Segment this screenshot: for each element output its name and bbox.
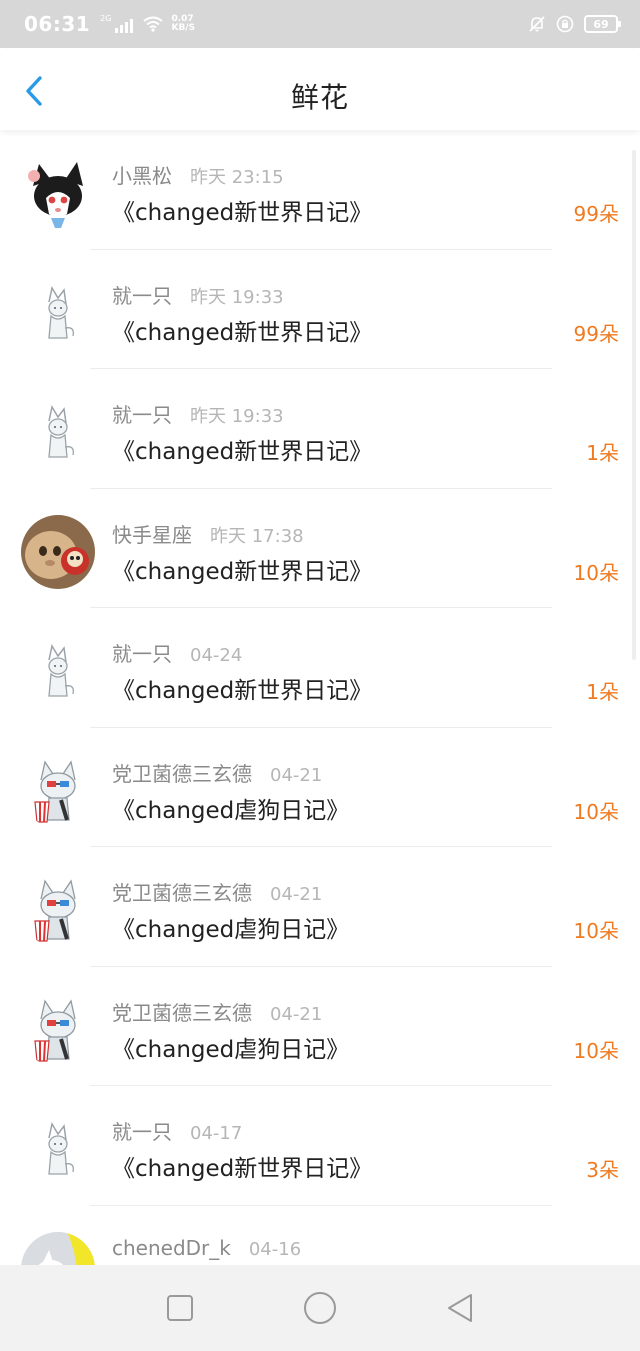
- square-icon: [167, 1295, 193, 1321]
- book-title[interactable]: 《changed新世界日记》: [112, 1149, 372, 1183]
- user-name[interactable]: 党卫菌德三玄德: [112, 758, 252, 787]
- flower-count: 10朵: [573, 560, 619, 585]
- user-name[interactable]: 快手星座: [112, 519, 192, 548]
- list-item[interactable]: 快手星座 昨天 17:38 《changed新世界日记》 10朵: [0, 489, 640, 608]
- black-white-fox-avatar[interactable]: [21, 156, 95, 230]
- wolf-3d-glasses-popcorn-avatar[interactable]: [21, 753, 95, 828]
- cat-photo-avatar[interactable]: [21, 514, 95, 589]
- mute-bell-icon: [529, 16, 545, 32]
- lock-rotation-icon: [556, 15, 574, 33]
- user-name[interactable]: 党卫菌德三玄德: [112, 997, 252, 1026]
- wolf-3d-glasses-popcorn-avatar[interactable]: [21, 873, 95, 947]
- wolf-3d-glasses-popcorn-avatar[interactable]: [21, 992, 95, 1067]
- battery-level: 69: [593, 17, 609, 31]
- item-time: 04-21: [270, 764, 323, 786]
- book-title[interactable]: 《changed新世界日记》: [112, 193, 372, 227]
- user-name[interactable]: 党卫菌德三玄德: [112, 877, 252, 906]
- book-title[interactable]: 《changed虐狗日记》: [112, 791, 349, 825]
- item-time: 昨天 17:38: [210, 525, 304, 547]
- item-time: 04-21: [270, 884, 323, 905]
- page-title: 鲜花: [290, 81, 349, 114]
- network-speed: 0.07 KB/S: [171, 14, 196, 33]
- flower-count: 1朵: [586, 441, 619, 465]
- flower-count: 10朵: [573, 799, 619, 824]
- user-name[interactable]: 就一只: [112, 1116, 172, 1145]
- item-time: 昨天 19:33: [190, 286, 284, 308]
- list-item[interactable]: 党卫菌德三玄德 04-21 《changed虐狗日记》 10朵: [0, 728, 640, 847]
- system-nav-bar: [0, 1265, 640, 1351]
- circle-icon: [304, 1292, 336, 1324]
- home-button[interactable]: [300, 1288, 340, 1328]
- flower-count: 3朵: [586, 1158, 619, 1182]
- user-name[interactable]: chenedDr_k: [112, 1236, 231, 1260]
- item-time: 昨天 19:33: [190, 406, 284, 427]
- flower-count: 10朵: [573, 919, 619, 943]
- white-sketch-wolf-avatar[interactable]: [21, 634, 95, 708]
- book-title[interactable]: 《changed新世界日记》: [112, 313, 372, 347]
- network-type: 2G: [100, 14, 112, 23]
- list-item[interactable]: 就一只 昨天 19:33 《changed新世界日记》 1朵: [0, 369, 640, 489]
- item-time: 04-24: [190, 645, 243, 666]
- cellular-signal-icon: 2G: [100, 14, 134, 33]
- item-time: 04-17: [190, 1123, 243, 1144]
- flower-count: 10朵: [573, 1038, 619, 1063]
- book-title[interactable]: 《changed虐狗日记》: [112, 910, 349, 944]
- user-name[interactable]: 就一只: [112, 280, 172, 309]
- book-title[interactable]: 《changed新世界日记》: [112, 552, 372, 586]
- user-name[interactable]: 就一只: [112, 638, 172, 667]
- list-item[interactable]: 就一只 昨天 19:33 《changed新世界日记》 99朵: [0, 250, 640, 369]
- white-sketch-wolf-avatar[interactable]: [21, 275, 95, 350]
- triangle-back-icon: [448, 1294, 472, 1322]
- wifi-icon: [143, 16, 164, 32]
- list-item[interactable]: 党卫菌德三玄德 04-21 《changed虐狗日记》 10朵: [0, 847, 640, 967]
- recent-apps-button[interactable]: [160, 1288, 200, 1328]
- user-name[interactable]: 小黑松: [112, 160, 172, 189]
- flower-count: 99朵: [573, 321, 619, 346]
- item-time: 昨天 23:15: [190, 167, 284, 188]
- white-sketch-wolf-avatar[interactable]: [21, 1112, 95, 1186]
- flower-list: 小黑松 昨天 23:15 《changed新世界日记》 99朵 就一只 昨天 1…: [0, 130, 640, 1325]
- status-time: 06:31: [24, 12, 91, 36]
- white-sketch-wolf-avatar[interactable]: [21, 395, 95, 469]
- book-title[interactable]: 《changed新世界日记》: [112, 432, 372, 466]
- flower-count: 99朵: [573, 202, 619, 226]
- list-item[interactable]: 就一只 04-17 《changed新世界日记》 3朵: [0, 1086, 640, 1206]
- book-title[interactable]: 《changed新世界日记》: [112, 671, 372, 705]
- book-title[interactable]: 《changed虐狗日记》: [112, 1030, 349, 1064]
- user-name[interactable]: 就一只: [112, 399, 172, 428]
- list-item[interactable]: 小黑松 昨天 23:15 《changed新世界日记》 99朵: [0, 130, 640, 250]
- item-time: 04-16: [248, 1238, 302, 1260]
- status-bar: 06:31 2G 0.07 KB/S 69: [0, 0, 640, 48]
- list-item[interactable]: 党卫菌德三玄德 04-21 《changed虐狗日记》 10朵: [0, 967, 640, 1086]
- flower-count: 1朵: [586, 680, 619, 704]
- battery-icon: 69: [584, 15, 621, 33]
- scrollbar[interactable]: [632, 150, 636, 660]
- list-item[interactable]: 就一只 04-24 《changed新世界日记》 1朵: [0, 608, 640, 728]
- item-time: 04-21: [270, 1003, 323, 1025]
- system-back-button[interactable]: [440, 1288, 480, 1328]
- header: 鲜花: [0, 48, 640, 130]
